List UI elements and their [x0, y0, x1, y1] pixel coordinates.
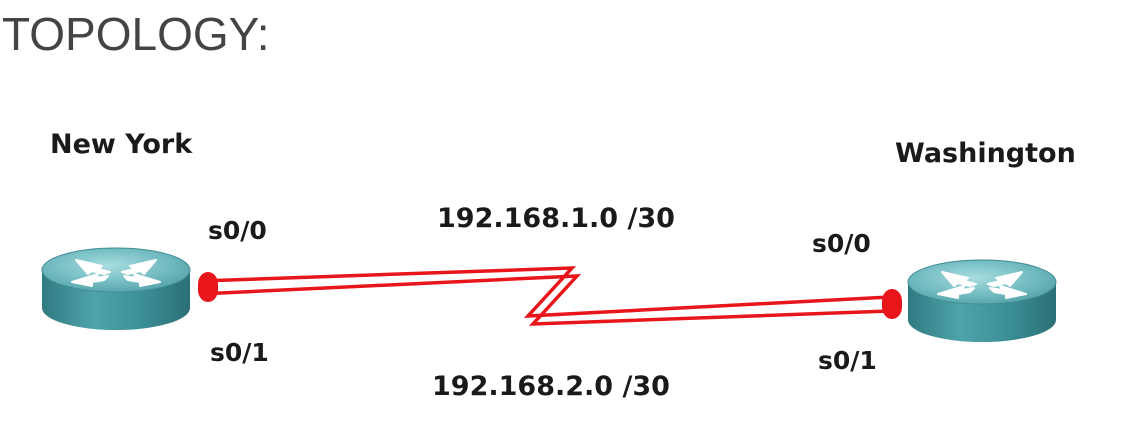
network-label-bottom: 192.168.2.0 /30	[432, 371, 670, 402]
network-label-top: 192.168.1.0 /30	[437, 203, 675, 234]
serial-link	[199, 266, 891, 326]
interface-label-washington-s0-0: s0/0	[812, 229, 871, 258]
router-icon-washington[interactable]	[907, 259, 1057, 343]
router-name-washington: Washington	[895, 138, 1076, 169]
interface-label-washington-s0-1: s0/1	[818, 346, 877, 375]
interface-dot-left[interactable]	[198, 272, 218, 302]
interface-dot-right[interactable]	[882, 289, 902, 319]
interface-label-new-york-s0-0: s0/0	[208, 216, 267, 245]
interface-label-new-york-s0-1: s0/1	[210, 338, 269, 367]
router-icon-new-york[interactable]	[41, 247, 191, 331]
router-name-new-york: New York	[50, 129, 193, 160]
